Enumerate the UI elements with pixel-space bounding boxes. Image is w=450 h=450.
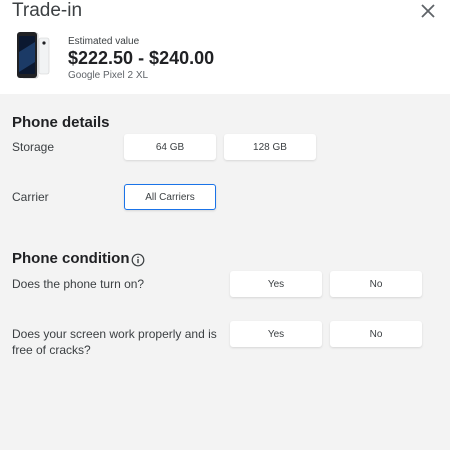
phone-condition-title: Phone condition bbox=[12, 250, 130, 267]
phone-image bbox=[17, 32, 50, 79]
storage-label: Storage bbox=[12, 140, 55, 154]
phone-details-title: Phone details bbox=[12, 114, 110, 131]
estimated-value-label: Estimated value bbox=[68, 36, 140, 47]
carrier-option-all[interactable]: All Carriers bbox=[124, 184, 216, 210]
screen-question: Does your screen work properly and is fr… bbox=[12, 327, 217, 357]
screen-yes-button[interactable]: Yes bbox=[230, 321, 322, 347]
storage-option-128gb[interactable]: 128 GB bbox=[224, 134, 316, 160]
price-range: $222.50 - $240.00 bbox=[68, 48, 215, 68]
close-icon[interactable] bbox=[419, 2, 437, 20]
carrier-label: Carrier bbox=[12, 190, 49, 204]
turn-on-question: Does the phone turn on? bbox=[12, 277, 145, 291]
screen-no-button[interactable]: No bbox=[330, 321, 422, 347]
dialog-title: Trade-in bbox=[12, 0, 83, 21]
turn-on-no-button[interactable]: No bbox=[330, 271, 422, 297]
phone-model: Google Pixel 2 XL bbox=[68, 70, 149, 81]
storage-option-64gb[interactable]: 64 GB bbox=[124, 134, 216, 160]
trade-in-header: Trade-in Estimated value $222.50 - $240.… bbox=[0, 0, 450, 94]
turn-on-yes-button[interactable]: Yes bbox=[230, 271, 322, 297]
info-icon[interactable] bbox=[131, 253, 145, 267]
